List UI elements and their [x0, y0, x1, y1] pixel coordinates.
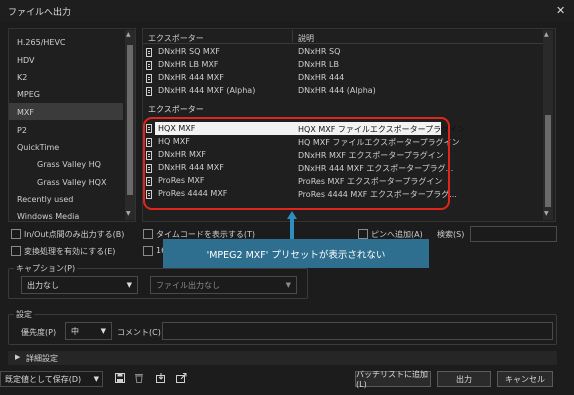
details-label[interactable]: 詳細設定	[26, 353, 58, 364]
enable-conversion-checkbox[interactable]	[11, 246, 21, 256]
export-icon[interactable]	[176, 372, 188, 386]
settings-group-label: 設定	[14, 309, 34, 320]
exporter-row-name[interactable]: DNxHR SQ MXF	[158, 47, 220, 56]
priority-label: 優先度(P)	[21, 328, 57, 337]
category-item-mpeg[interactable]: MPEG	[17, 90, 40, 99]
search-input[interactable]	[470, 226, 557, 242]
comment-label: コメント(C)	[117, 328, 161, 337]
callout-annotation: 'MPEG2 MXF' プリセットが表示されない	[163, 239, 429, 268]
caption-file-value: ファイル出力なし	[156, 281, 220, 290]
chevron-down-icon: ▼	[100, 327, 106, 335]
header-divider	[143, 43, 543, 44]
arrow-shaft	[290, 218, 294, 239]
exporter-row-name[interactable]: DNxHR 444 MXF (Alpha)	[158, 86, 255, 95]
exporter-row-name[interactable]: DNxHR 444 MXF	[158, 73, 224, 82]
exporter-row-desc[interactable]: DNxHR SQ	[298, 47, 340, 56]
save-default-label: 既定値として保存(D)	[5, 375, 82, 384]
category-scrollbar-thumb[interactable]	[127, 45, 133, 195]
category-item-recently-used[interactable]: Recently used	[17, 195, 73, 204]
inout-only-label[interactable]: In/Out点間のみ出力する(B)	[24, 229, 124, 240]
exporter-scrollbar-thumb[interactable]	[545, 115, 551, 207]
exporter-row-name[interactable]: DNxHR LB MXF	[158, 60, 218, 69]
import-icon[interactable]	[156, 372, 167, 386]
highlight-annotation-box	[143, 117, 450, 210]
category-item-h265[interactable]: H.265/HEVC	[17, 38, 66, 47]
caption-file-dropdown[interactable]: ファイル出力なし ▼	[150, 276, 297, 294]
category-item-k2[interactable]: K2	[17, 73, 27, 82]
details-bar[interactable]	[8, 351, 557, 365]
comment-input[interactable]	[162, 322, 553, 340]
caption-group-label: キャプション(P)	[14, 263, 78, 274]
title-bar	[0, 0, 574, 22]
inout-only-checkbox[interactable]	[11, 229, 21, 239]
chevron-down-icon: ▼	[126, 281, 132, 289]
close-icon[interactable]: ✕	[556, 4, 565, 17]
callout-text: 'MPEG2 MXF' プリセットが表示されない	[206, 249, 386, 261]
option-16-checkbox[interactable]	[143, 246, 153, 256]
enable-conversion-label[interactable]: 変換処理を有効にする(E)	[24, 246, 115, 257]
category-item-hdv[interactable]: HDV	[17, 56, 35, 65]
category-item-p2[interactable]: P2	[17, 126, 27, 135]
scroll-down-icon[interactable]: ▼	[544, 210, 549, 217]
caption-mode-dropdown[interactable]: 出力なし ▼	[21, 276, 138, 294]
category-item-quicktime[interactable]: QuickTime	[17, 143, 59, 152]
exporter-row-desc[interactable]: DNxHR 444	[298, 73, 344, 82]
exporter-section-label: エクスポーター	[148, 105, 204, 114]
document-icon	[146, 74, 152, 83]
column-divider	[292, 30, 293, 42]
output-button[interactable]: 出力	[437, 371, 491, 387]
scroll-down-icon[interactable]: ▼	[126, 210, 131, 217]
document-icon	[146, 61, 152, 70]
expand-icon[interactable]: ▶	[15, 353, 20, 361]
floppy-disk-icon[interactable]	[115, 373, 125, 386]
batch-add-button[interactable]: バッチリストに追加(L)	[355, 370, 431, 389]
trash-icon[interactable]	[134, 373, 144, 386]
priority-value: 中	[71, 327, 79, 336]
caption-mode-value: 出力なし	[27, 281, 59, 290]
scroll-up-icon[interactable]: ▲	[126, 31, 131, 38]
priority-dropdown[interactable]: 中 ▼	[65, 322, 112, 340]
chevron-down-icon: ▼	[93, 375, 99, 383]
cancel-button[interactable]: キャンセル	[497, 371, 553, 387]
show-timecode-checkbox[interactable]	[143, 229, 153, 239]
chevron-down-icon: ▼	[285, 281, 291, 289]
save-default-dropdown[interactable]: 既定値として保存(D) ▼	[0, 371, 103, 387]
exporter-row-desc[interactable]: DNxHR LB	[298, 60, 339, 69]
scroll-up-icon[interactable]: ▲	[544, 31, 549, 38]
search-label: 検索(S)	[437, 230, 465, 239]
category-item-grass-valley-hq[interactable]: Grass Valley HQ	[37, 160, 101, 169]
document-icon	[146, 87, 152, 96]
window-title: ファイルへ出力	[8, 8, 72, 18]
exporter-row-desc[interactable]: DNxHR 444 (Alpha)	[298, 86, 376, 95]
category-item-mxf[interactable]: MXF	[17, 108, 34, 117]
category-item-grass-valley-hqx[interactable]: Grass Valley HQX	[37, 178, 106, 187]
add-pin-checkbox[interactable]	[358, 229, 368, 239]
document-icon	[146, 48, 152, 57]
category-item-windows-media[interactable]: Windows Media	[17, 212, 79, 221]
